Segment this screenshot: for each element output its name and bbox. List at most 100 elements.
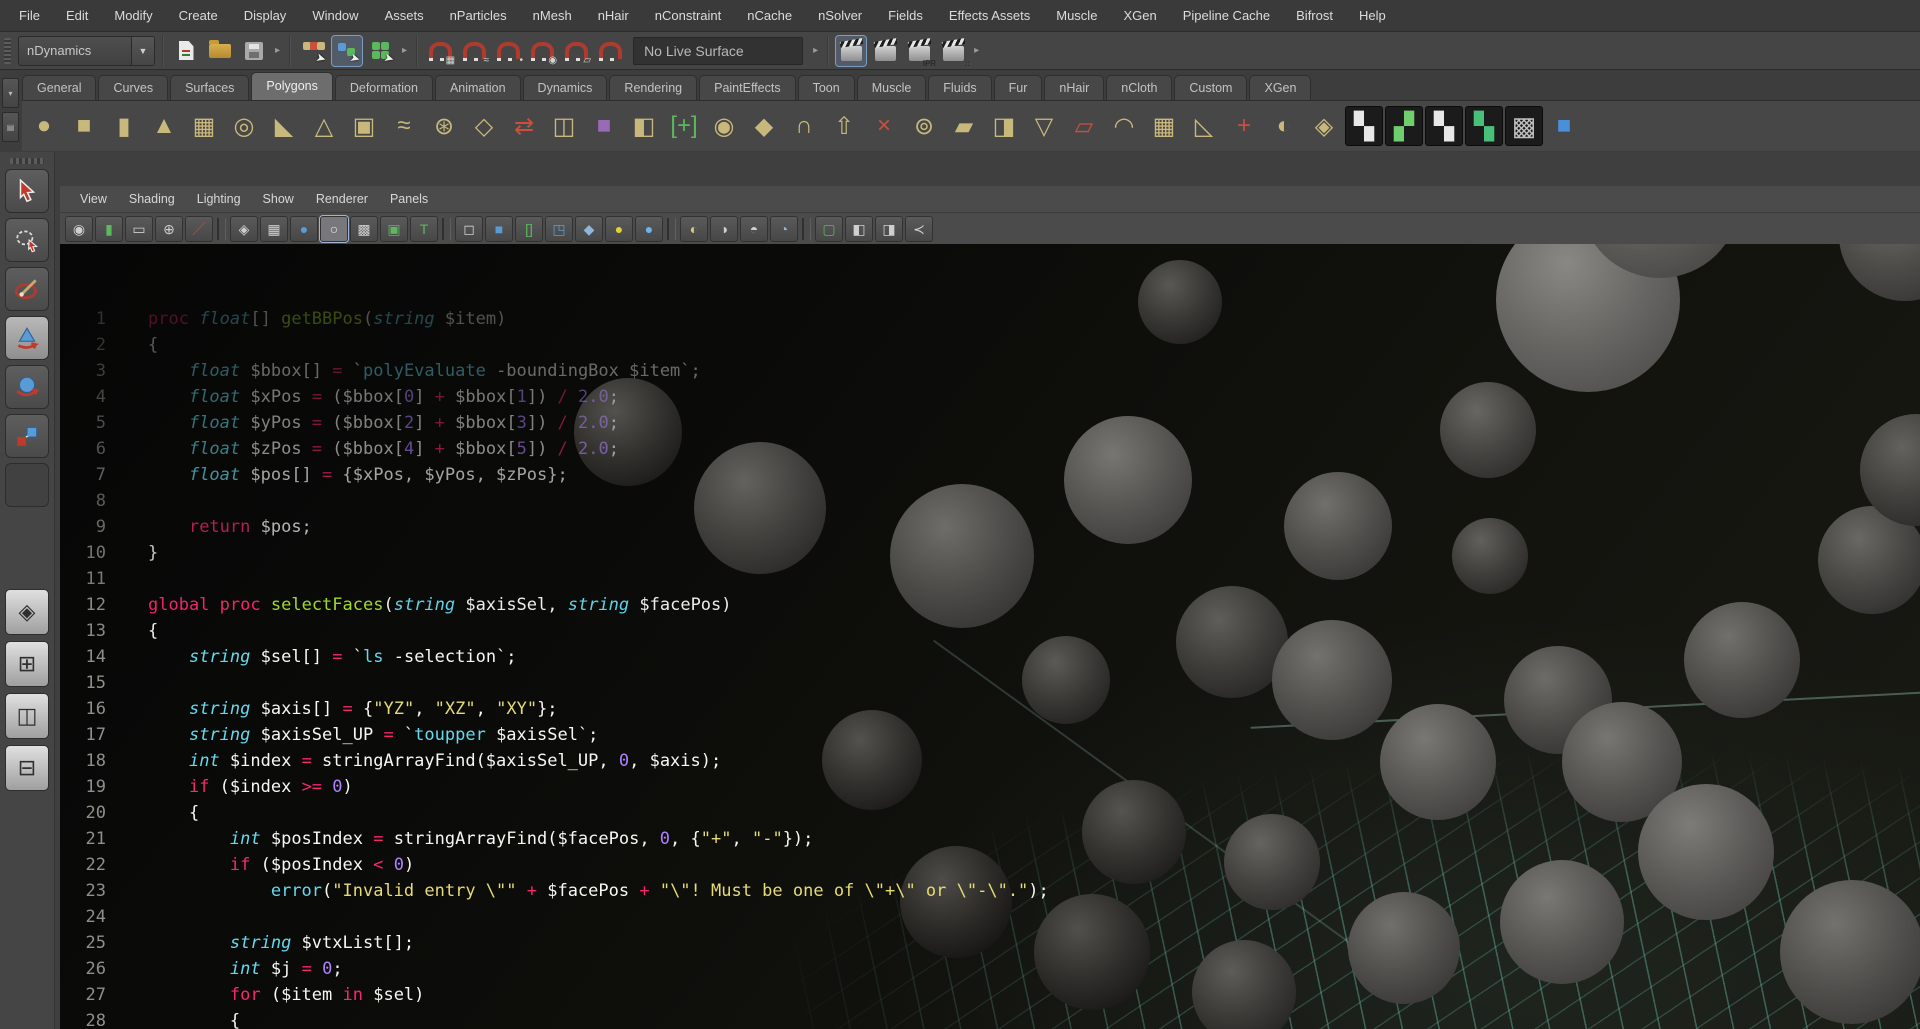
polygon-soccer-ball-icon[interactable]: ⊛ <box>424 105 464 147</box>
transfer-attributes-icon[interactable]: ▱ <box>1064 105 1104 147</box>
sculpt-icon[interactable]: ◠ <box>1104 105 1144 147</box>
nparticle-sphere[interactable] <box>1348 892 1460 1004</box>
uv-checker-2-icon[interactable]: ▚ <box>1425 106 1463 146</box>
share-view-icon[interactable]: ≺ <box>905 216 933 242</box>
nparticle-sphere[interactable] <box>1452 518 1528 594</box>
menu-effects-assets[interactable]: Effects Assets <box>936 0 1043 32</box>
nparticle-sphere[interactable] <box>1284 472 1392 580</box>
polygon-cone-icon[interactable]: ▲ <box>144 105 184 147</box>
live-surface-field[interactable]: No Live Surface <box>633 37 803 65</box>
snap-to-curve-icon[interactable]: ≈ <box>459 36 489 66</box>
polygon-cube-icon[interactable]: ■ <box>64 105 104 147</box>
uv-checker-green-icon[interactable]: ▞ <box>1385 106 1423 146</box>
snap-to-view-plane-icon[interactable]: ▱ <box>561 36 591 66</box>
paint-select-tool[interactable] <box>5 267 49 311</box>
viewport-canvas[interactable]: 1proc float[] getBBPos(string $item)2{3 … <box>60 244 1920 1029</box>
bookmark-icon[interactable]: ▮ <box>95 216 123 242</box>
wireframe-on-shaded-icon[interactable]: ◳ <box>545 216 573 242</box>
move-tool[interactable] <box>5 316 49 360</box>
panel-menu-panels[interactable]: Panels <box>380 192 438 206</box>
render-current-frame-icon[interactable] <box>870 36 900 66</box>
nparticle-sphere[interactable] <box>1064 416 1192 544</box>
menu-file[interactable]: File <box>6 0 53 32</box>
uv-checker-icon[interactable]: ▚ <box>1345 106 1383 146</box>
outliner-persp-layout-button[interactable]: ◫ <box>5 693 49 739</box>
snap-to-grid-icon[interactable]: ▦ <box>425 36 455 66</box>
nparticle-sphere[interactable] <box>1500 860 1624 984</box>
resolution-gate-icon[interactable]: ● <box>290 216 318 242</box>
shelf-tab-general[interactable]: General <box>22 75 96 100</box>
menu-edit[interactable]: Edit <box>53 0 101 32</box>
extract-icon[interactable]: ◧ <box>624 105 664 147</box>
use-default-material-icon[interactable]: ● <box>605 216 633 242</box>
target-weld-icon[interactable]: ⊚ <box>904 105 944 147</box>
collapse-arrow-icon[interactable]: ▸ <box>273 45 282 56</box>
render-settings-icon[interactable]: :: <box>938 36 968 66</box>
motion-blur-icon[interactable]: ◔ <box>770 216 798 242</box>
menu-nhair[interactable]: nHair <box>585 0 642 32</box>
shelf-tab-xgen[interactable]: XGen <box>1249 75 1311 100</box>
nparticle-sphere[interactable] <box>1440 382 1536 478</box>
menu-ncache[interactable]: nCache <box>734 0 805 32</box>
shelf-tab-fluids[interactable]: Fluids <box>928 75 991 100</box>
shelf-tab-surfaces[interactable]: Surfaces <box>170 75 249 100</box>
gate-mask-icon[interactable]: ○ <box>320 216 348 242</box>
menu-help[interactable]: Help <box>1346 0 1399 32</box>
nparticle-sphere[interactable] <box>1780 880 1920 1024</box>
append-to-polygon-icon[interactable]: [+] <box>664 105 704 147</box>
shelf-tab-dynamics[interactable]: Dynamics <box>523 75 608 100</box>
nparticle-sphere[interactable] <box>1138 260 1222 344</box>
scale-tool[interactable] <box>5 414 49 458</box>
collapse-arrow-icon[interactable]: ▸ <box>811 45 820 56</box>
uv-checker-t-icon[interactable]: ▚ <box>1465 106 1503 146</box>
bridge-icon[interactable]: ∩ <box>784 105 824 147</box>
select-tool[interactable] <box>5 169 49 213</box>
select-by-component-icon[interactable]: ➤ <box>366 36 396 66</box>
shelf-options-button[interactable]: ▤ <box>2 112 19 142</box>
shelf-tab-rendering[interactable]: Rendering <box>609 75 697 100</box>
shelf-tab-polygons[interactable]: Polygons <box>251 72 332 100</box>
polygon-platonic-solid-icon[interactable]: ◇ <box>464 105 504 147</box>
smooth-shade-all-icon[interactable]: ■ <box>485 216 513 242</box>
nparticle-sphere[interactable] <box>1638 784 1774 920</box>
menu-nsolver[interactable]: nSolver <box>805 0 875 32</box>
menu-nconstraint[interactable]: nConstraint <box>642 0 734 32</box>
panel-menu-view[interactable]: View <box>70 192 117 206</box>
bifrost-mesh-cube-icon[interactable]: ■ <box>1544 105 1584 147</box>
lighting-icon[interactable]: ◐ <box>680 216 708 242</box>
pan-zoom-icon[interactable]: ⊕ <box>155 216 183 242</box>
xray-joints-icon[interactable]: ◨ <box>875 216 903 242</box>
xray-icon[interactable]: ◧ <box>845 216 873 242</box>
shelf-tab-deformation[interactable]: Deformation <box>335 75 433 100</box>
polygon-torus-icon[interactable]: ◎ <box>224 105 264 147</box>
quadrangulate-icon[interactable]: ▦ <box>1144 105 1184 147</box>
polygon-prism-icon[interactable]: ◣ <box>264 105 304 147</box>
open-scene-icon[interactable] <box>205 36 235 66</box>
shelf-tab-fur[interactable]: Fur <box>994 75 1043 100</box>
polygon-pyramid-icon[interactable]: △ <box>304 105 344 147</box>
polygon-sphere-icon[interactable]: ● <box>24 105 64 147</box>
make-object-live-icon[interactable] <box>595 36 625 66</box>
film-gate-icon[interactable]: ▦ <box>260 216 288 242</box>
shelf-tab-muscle[interactable]: Muscle <box>857 75 927 100</box>
bevel-icon[interactable]: ◆ <box>744 105 784 147</box>
panel-menu-show[interactable]: Show <box>253 192 304 206</box>
nparticle-sphere[interactable] <box>1684 602 1800 718</box>
boolean-union-icon[interactable]: ■ <box>584 105 624 147</box>
panel-menu-shading[interactable]: Shading <box>119 192 185 206</box>
polygon-helix-icon[interactable]: ≈ <box>384 105 424 147</box>
separate-icon[interactable]: ◫ <box>544 105 584 147</box>
collapse-arrow-icon[interactable]: ▸ <box>400 45 409 56</box>
sculpt-brush-icon[interactable]: ◈ <box>1304 105 1344 147</box>
panel-menu-renderer[interactable]: Renderer <box>306 192 378 206</box>
shelf-menu-button[interactable]: ▾ <box>2 78 19 108</box>
polygon-pipe-icon[interactable]: ▣ <box>344 105 384 147</box>
chevron-down-icon[interactable]: ▼ <box>131 37 154 65</box>
field-chart-icon[interactable]: ▩ <box>350 216 378 242</box>
crease-icon[interactable]: ▰ <box>944 105 984 147</box>
menu-bifrost[interactable]: Bifrost <box>1283 0 1346 32</box>
snap-to-point-icon[interactable]: • <box>493 36 523 66</box>
open-render-view-icon[interactable] <box>836 36 866 66</box>
nparticle-sphere[interactable] <box>1839 244 1920 301</box>
status-line-grip[interactable] <box>4 38 11 64</box>
